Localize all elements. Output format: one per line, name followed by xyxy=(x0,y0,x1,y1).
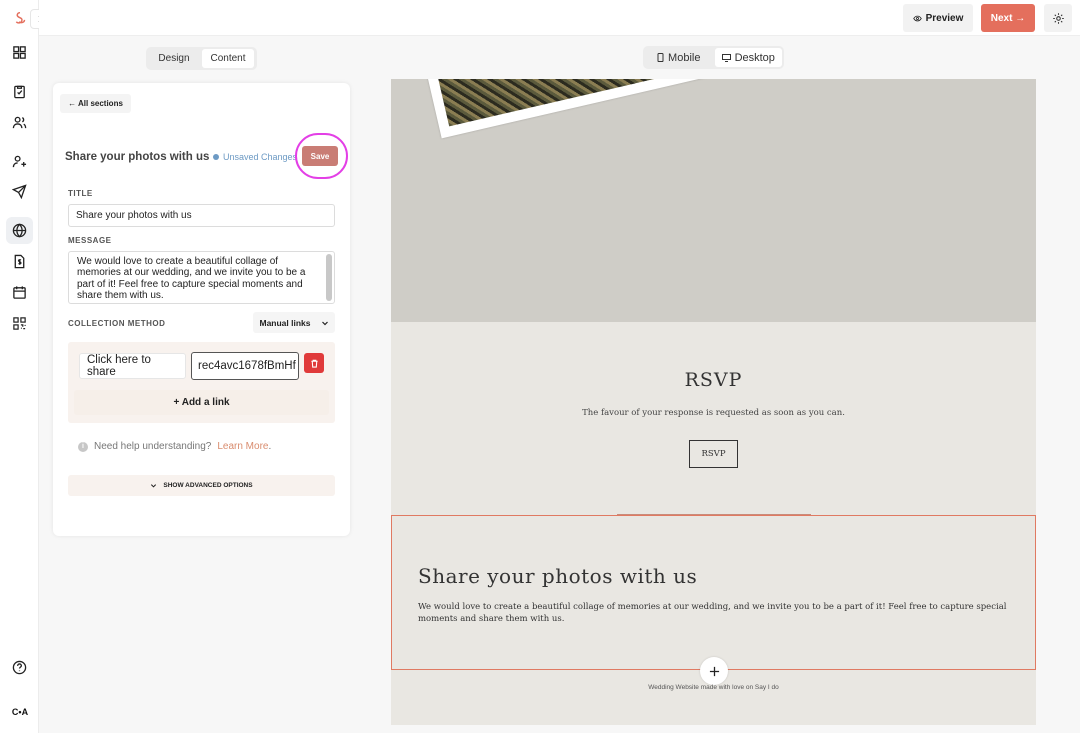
rsvp-title: RSVP xyxy=(684,369,743,391)
tab-mobile-label: Mobile xyxy=(668,51,701,64)
unsaved-label: Unsaved Changes xyxy=(223,152,298,162)
title-input[interactable]: Share your photos with us xyxy=(68,204,335,227)
left-nav-rail: C•A xyxy=(0,0,39,733)
trash-icon xyxy=(310,359,318,368)
add-link-button[interactable]: + Add a link xyxy=(74,390,329,415)
mobile-icon xyxy=(657,53,664,62)
show-advanced-options-button[interactable]: SHOW ADVANCED OPTIONS xyxy=(68,475,335,496)
share-photos-section[interactable]: Share your photos with us We would love … xyxy=(391,515,1036,670)
help-icon[interactable] xyxy=(6,654,33,681)
link-url-input[interactable]: rec4avc1678fBmHf xyxy=(191,352,299,380)
dashboard-icon[interactable] xyxy=(6,39,33,66)
site-footer: Wedding Website made with love on Say I … xyxy=(648,684,779,691)
globe-icon[interactable] xyxy=(6,217,33,244)
device-toggle: Mobile Desktop xyxy=(643,46,784,69)
unsaved-status: Unsaved Changes xyxy=(213,152,297,162)
hero-section[interactable] xyxy=(391,79,1036,322)
send-icon[interactable] xyxy=(6,178,33,205)
textarea-scrollbar[interactable] xyxy=(326,254,332,301)
guests-icon[interactable] xyxy=(6,109,33,136)
info-icon: i xyxy=(78,441,88,452)
title-label: TITLE xyxy=(68,189,93,198)
learn-more-link[interactable]: Learn More xyxy=(217,441,268,452)
collection-method-value: Manual links xyxy=(259,317,311,328)
status-dot-icon xyxy=(213,154,219,160)
rsvp-button[interactable]: RSVP xyxy=(689,440,738,468)
share-photos-title: Share your photos with us xyxy=(418,564,698,588)
preview-button[interactable]: Preview xyxy=(903,4,973,32)
top-bar: Preview Next → xyxy=(39,0,1080,36)
next-button[interactable]: Next → xyxy=(981,4,1035,32)
mode-toggle: Design Content xyxy=(146,47,257,70)
eye-icon xyxy=(912,15,922,21)
hero-photo xyxy=(403,79,715,139)
document-dollar-icon[interactable] xyxy=(6,248,33,275)
chevron-down-icon xyxy=(151,484,157,488)
tab-mobile[interactable]: Mobile xyxy=(645,48,713,67)
help-row: i Need help understanding? Learn More. xyxy=(78,441,271,452)
message-text: We would love to create a beautiful coll… xyxy=(77,256,306,301)
avatar[interactable]: C•A xyxy=(7,699,33,725)
help-period: . xyxy=(268,441,272,452)
links-list: Click here to share rec4avc1678fBmHf + A… xyxy=(68,342,335,423)
link-name-input[interactable]: Click here to share xyxy=(79,353,186,379)
desktop-icon xyxy=(721,54,731,62)
section-editor-panel: ← All sections Share your photos with us… xyxy=(53,83,350,536)
logo-icon[interactable] xyxy=(6,5,33,32)
user-add-icon[interactable] xyxy=(6,148,33,175)
delete-link-button[interactable] xyxy=(304,353,324,373)
advanced-options-label: SHOW ADVANCED OPTIONS xyxy=(163,482,253,489)
message-textarea[interactable]: We would love to create a beautiful coll… xyxy=(68,251,335,304)
save-button[interactable]: Save xyxy=(302,146,338,166)
qr-code-icon[interactable] xyxy=(6,310,33,337)
add-section-button[interactable] xyxy=(700,657,728,685)
collection-method-label: COLLECTION METHOD xyxy=(68,319,166,328)
checklist-icon[interactable] xyxy=(6,78,33,105)
tab-desktop-label: Desktop xyxy=(734,51,775,64)
gear-icon xyxy=(1052,12,1064,24)
share-photos-message: We would love to create a beautiful coll… xyxy=(418,602,1007,624)
calendar-icon[interactable] xyxy=(6,279,33,306)
section-title: Share your photos with us xyxy=(65,151,210,163)
plus-icon xyxy=(709,666,719,676)
help-text: Need help understanding? xyxy=(94,441,212,452)
tab-content[interactable]: Content xyxy=(202,49,254,68)
preview-label: Preview xyxy=(925,12,964,24)
tab-desktop[interactable]: Desktop xyxy=(714,48,782,67)
website-preview: RSVP The favour of your response is requ… xyxy=(391,79,1036,725)
collection-method-select[interactable]: Manual links xyxy=(253,312,335,333)
rsvp-subtitle: The favour of your response is requested… xyxy=(582,408,845,418)
tab-design[interactable]: Design xyxy=(148,49,200,68)
chevron-down-icon xyxy=(321,321,328,325)
all-sections-button[interactable]: ← All sections xyxy=(60,94,131,113)
settings-button[interactable] xyxy=(1044,4,1072,32)
message-label: MESSAGE xyxy=(68,236,112,245)
